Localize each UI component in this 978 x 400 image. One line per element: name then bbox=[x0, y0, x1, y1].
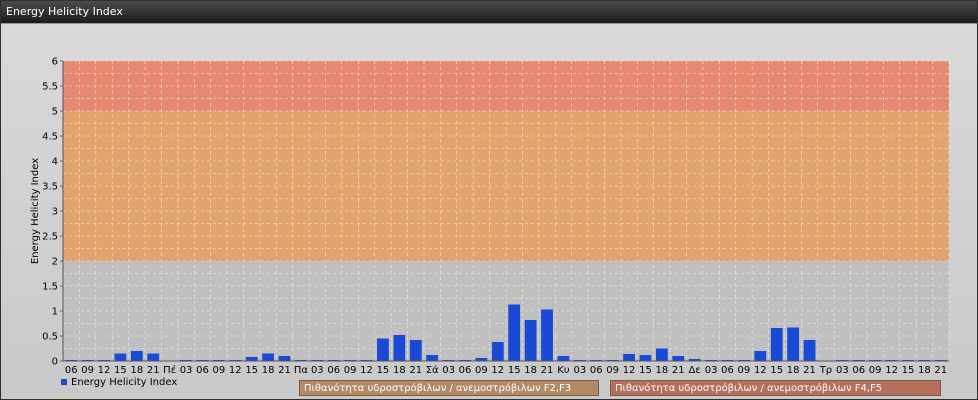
x-tick-label: Πα bbox=[294, 365, 309, 376]
x-tick-label: 09 bbox=[213, 365, 226, 376]
bar bbox=[787, 327, 800, 361]
x-tick-label: 15 bbox=[377, 365, 390, 376]
x-tick-label: 21 bbox=[541, 365, 554, 376]
y-tick-label: 0.5 bbox=[42, 332, 58, 343]
bar bbox=[557, 356, 570, 361]
x-tick-label: 18 bbox=[130, 365, 143, 376]
legend-label: Energy Helicity Index bbox=[71, 377, 178, 388]
x-tick-label: 15 bbox=[639, 365, 652, 376]
y-tick-label: 5 bbox=[52, 107, 58, 118]
x-tick-label: 09 bbox=[738, 365, 751, 376]
x-tick-label: 03 bbox=[442, 365, 455, 376]
band-f2-f3-label[interactable]: Πιθανότητα υδροστρόβιλων / ανεμοστρόβιλω… bbox=[299, 380, 599, 396]
x-tick-label: 12 bbox=[360, 365, 373, 376]
x-tick-label: 15 bbox=[770, 365, 783, 376]
x-tick-label: 18 bbox=[524, 365, 537, 376]
bar bbox=[803, 340, 816, 361]
chart-window: Energy Helicity Index 0 0.5 1 1.5 2 2.5 3 3.5 4 4… bbox=[0, 0, 978, 400]
x-tick-label: 06 bbox=[590, 365, 603, 376]
x-tick-label: 12 bbox=[885, 365, 898, 376]
x-tick-label: 21 bbox=[147, 365, 160, 376]
x-tick-label: Σά bbox=[426, 364, 439, 376]
x-tick-label: 03 bbox=[180, 365, 193, 376]
x-tick-label: 21 bbox=[278, 365, 291, 376]
x-tick-label: 03 bbox=[705, 365, 718, 376]
bar bbox=[639, 355, 652, 361]
x-tick-label: 06 bbox=[721, 365, 734, 376]
bar bbox=[130, 351, 143, 361]
x-tick-label: 18 bbox=[656, 365, 669, 376]
bar bbox=[245, 357, 258, 361]
x-tick-label: 09 bbox=[344, 365, 357, 376]
bar bbox=[491, 342, 504, 361]
x-tick-label: 06 bbox=[196, 365, 209, 376]
bar bbox=[278, 356, 291, 361]
legend[interactable]: Energy Helicity Index bbox=[61, 376, 177, 389]
x-tick-label: 15 bbox=[245, 365, 258, 376]
x-tick-label: Κυ bbox=[557, 365, 570, 376]
y-tick-label: 3 bbox=[52, 207, 58, 218]
x-tick-label: 12 bbox=[491, 365, 504, 376]
x-tick-label: 12 bbox=[98, 365, 111, 376]
bar bbox=[672, 356, 685, 361]
x-tick-label: 06 bbox=[327, 365, 340, 376]
x-tick-label: 15 bbox=[114, 365, 127, 376]
bar bbox=[655, 348, 668, 361]
x-tick-label: 18 bbox=[918, 365, 931, 376]
legend-swatch bbox=[61, 379, 67, 385]
energy-helicity-chart: 0 0.5 1 1.5 2 2.5 3 3.5 4 4.5 5 5.5 6 Energy Helicity… bbox=[30, 57, 950, 376]
x-tick-label: 21 bbox=[672, 365, 685, 376]
y-tick-label: 0 bbox=[52, 357, 58, 368]
x-tick-label: 06 bbox=[65, 365, 78, 376]
x-tick-label: 12 bbox=[754, 365, 767, 376]
y-tick-label: 1 bbox=[52, 307, 58, 318]
bar bbox=[377, 338, 389, 361]
y-tick-label: 2.5 bbox=[42, 232, 58, 243]
x-tick-label: 18 bbox=[787, 365, 800, 376]
bar bbox=[147, 353, 160, 361]
bar bbox=[393, 335, 406, 361]
y-tick-label: 5.5 bbox=[42, 82, 58, 93]
x-tick-label: 15 bbox=[508, 365, 521, 376]
x-tick-label: 21 bbox=[934, 365, 947, 376]
x-tick-label: Δε bbox=[689, 365, 701, 376]
bar bbox=[770, 328, 783, 361]
y-axis-title: Energy Helicity Index bbox=[30, 158, 41, 264]
x-tick-label: 06 bbox=[852, 365, 865, 376]
bar bbox=[754, 351, 767, 361]
bar bbox=[262, 353, 274, 361]
x-tick-label: 21 bbox=[409, 365, 422, 376]
x-tick-label: 21 bbox=[803, 365, 816, 376]
x-tick-label: 03 bbox=[836, 365, 849, 376]
x-tick-label: 03 bbox=[573, 365, 586, 376]
bar bbox=[508, 304, 521, 361]
band-f4-f5-label[interactable]: Πιθανότητα υδροστρόβιλων / ανεμοστρόβιλω… bbox=[610, 380, 941, 396]
x-tick-label: Τρ bbox=[819, 365, 832, 376]
x-tick-label: 09 bbox=[869, 365, 882, 376]
x-tick-label: 03 bbox=[311, 365, 324, 376]
y-tick-label: 4 bbox=[52, 157, 58, 168]
bar bbox=[114, 353, 127, 361]
y-tick-label: 2 bbox=[52, 257, 58, 268]
y-tick-label: 6 bbox=[52, 57, 58, 68]
y-tick-label: 3.5 bbox=[42, 182, 58, 193]
x-tick-label: 18 bbox=[262, 365, 275, 376]
bar bbox=[623, 354, 635, 361]
x-tick-label: 12 bbox=[623, 365, 636, 376]
x-tick-label: 09 bbox=[81, 365, 94, 376]
bar bbox=[524, 320, 537, 361]
x-tick-label: 09 bbox=[475, 365, 488, 376]
y-tick-label: 4.5 bbox=[42, 132, 58, 143]
x-tick-label: 15 bbox=[902, 365, 915, 376]
x-tick-label: 09 bbox=[606, 365, 619, 376]
x-tick-label: 12 bbox=[229, 365, 242, 376]
bar bbox=[426, 355, 439, 361]
y-tick-label: 1.5 bbox=[42, 282, 58, 293]
bar bbox=[409, 340, 422, 361]
x-tick-label: Πέ bbox=[163, 364, 176, 376]
bar bbox=[541, 309, 553, 361]
x-tick-label: 06 bbox=[459, 365, 472, 376]
x-tick-label: 18 bbox=[393, 365, 406, 376]
